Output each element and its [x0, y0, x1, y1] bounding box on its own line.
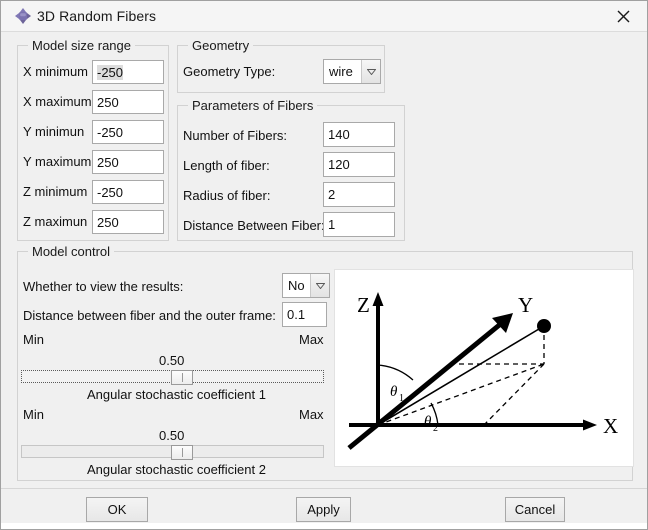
input-z-minimum-value: -250: [97, 184, 124, 200]
input-radius-of-fiber[interactable]: 2: [323, 182, 395, 207]
slider1-caption: Angular stochastic coefficient 1: [87, 387, 266, 402]
label-distance-between-fiber: Distance Between Fiber:: [183, 218, 325, 233]
combo-geometry-type-value: wire: [329, 64, 353, 79]
dialog-window: 3D Random Fibers Model size range X mini…: [0, 0, 648, 530]
window-bottom-edge: [1, 523, 647, 529]
slider-angular-stochastic-coefficient-2[interactable]: [21, 445, 324, 460]
group-title-geometry: Geometry: [188, 38, 254, 53]
input-y-maximum[interactable]: 250: [92, 150, 164, 174]
apply-button[interactable]: Apply: [296, 497, 351, 522]
svg-text:X: X: [603, 414, 618, 438]
combo-view-results-value: No: [288, 278, 305, 293]
label-x-minimum: X minimum: [23, 64, 89, 79]
group-title-parameters-of-fibers: Parameters of Fibers: [188, 98, 318, 113]
label-geometry-type: Geometry Type:: [183, 64, 276, 79]
title-bar: 3D Random Fibers: [1, 1, 647, 32]
svg-text:2: 2: [433, 423, 438, 434]
3d-angle-diagram: Z Y X θ 1 θ 2: [347, 292, 618, 450]
input-x-maximum-value: 250: [97, 94, 119, 110]
window-title: 3D Random Fibers: [37, 8, 157, 24]
slider2-min-label: Min: [23, 407, 44, 422]
input-z-maximum-value: 250: [97, 214, 119, 230]
input-outer-frame-distance-value: 0.1: [287, 307, 306, 322]
input-distance-between-fiber-value: 1: [328, 217, 336, 232]
slider2-caption: Angular stochastic coefficient 2: [87, 462, 266, 477]
slider1-value: 0.50: [159, 353, 185, 368]
slider2-max-label: Max: [299, 407, 324, 422]
label-outer-frame-distance: Distance between fiber and the outer fra…: [23, 308, 276, 323]
cancel-button[interactable]: Cancel: [505, 497, 565, 522]
label-y-minimum: Y minimun: [23, 124, 85, 139]
svg-text:θ: θ: [390, 384, 398, 400]
input-number-of-fibers[interactable]: 140: [323, 122, 395, 147]
input-y-minimum[interactable]: -250: [92, 120, 164, 144]
combo-view-results[interactable]: No: [282, 273, 330, 298]
move-diamond-icon: [14, 7, 32, 25]
input-y-minimum-value: -250: [97, 124, 124, 140]
ok-button[interactable]: OK: [86, 497, 148, 522]
group-title-model-size-range: Model size range: [28, 38, 135, 53]
svg-text:Y: Y: [518, 293, 533, 317]
slider2-thumb[interactable]: [171, 445, 193, 460]
svg-text:1: 1: [399, 393, 404, 404]
input-distance-between-fiber[interactable]: 1: [323, 212, 395, 237]
label-whether-to-view-results: Whether to view the results:: [23, 279, 184, 294]
input-length-of-fiber-value: 120: [328, 157, 350, 172]
input-x-minimum[interactable]: -250: [92, 60, 164, 84]
slider1-min-label: Min: [23, 332, 44, 347]
input-y-maximum-value: 250: [97, 154, 119, 170]
input-z-maximum[interactable]: 250: [92, 210, 164, 234]
input-x-minimum-value: -250: [97, 64, 124, 80]
slider1-thumb[interactable]: [171, 370, 193, 385]
angle-diagram-panel: Z Y X θ 1 θ 2: [334, 269, 634, 467]
chevron-down-icon: [361, 60, 380, 83]
label-x-maximum: X maximum: [23, 94, 92, 109]
label-length-of-fiber: Length of fiber:: [183, 158, 270, 173]
label-z-minimum: Z minimum: [23, 184, 88, 199]
group-title-model-control: Model control: [28, 244, 115, 259]
svg-text:Z: Z: [357, 293, 370, 317]
slider1-max-label: Max: [299, 332, 324, 347]
label-number-of-fibers: Number of Fibers:: [183, 128, 288, 143]
close-icon[interactable]: [601, 1, 645, 32]
input-z-minimum[interactable]: -250: [92, 180, 164, 204]
input-radius-of-fiber-value: 2: [328, 187, 336, 202]
input-number-of-fibers-value: 140: [328, 127, 350, 142]
input-length-of-fiber[interactable]: 120: [323, 152, 395, 177]
chevron-down-icon: [310, 274, 329, 297]
label-radius-of-fiber: Radius of fiber:: [183, 188, 271, 203]
input-outer-frame-distance[interactable]: 0.1: [282, 302, 327, 327]
combo-geometry-type[interactable]: wire: [323, 59, 381, 84]
slider2-value: 0.50: [159, 428, 185, 443]
slider-angular-stochastic-coefficient-1[interactable]: [21, 370, 324, 385]
label-y-maximum: Y maximum: [23, 154, 92, 169]
input-x-maximum[interactable]: 250: [92, 90, 164, 114]
svg-text:θ: θ: [424, 414, 432, 430]
label-z-maximum: Z maximun: [23, 214, 88, 229]
